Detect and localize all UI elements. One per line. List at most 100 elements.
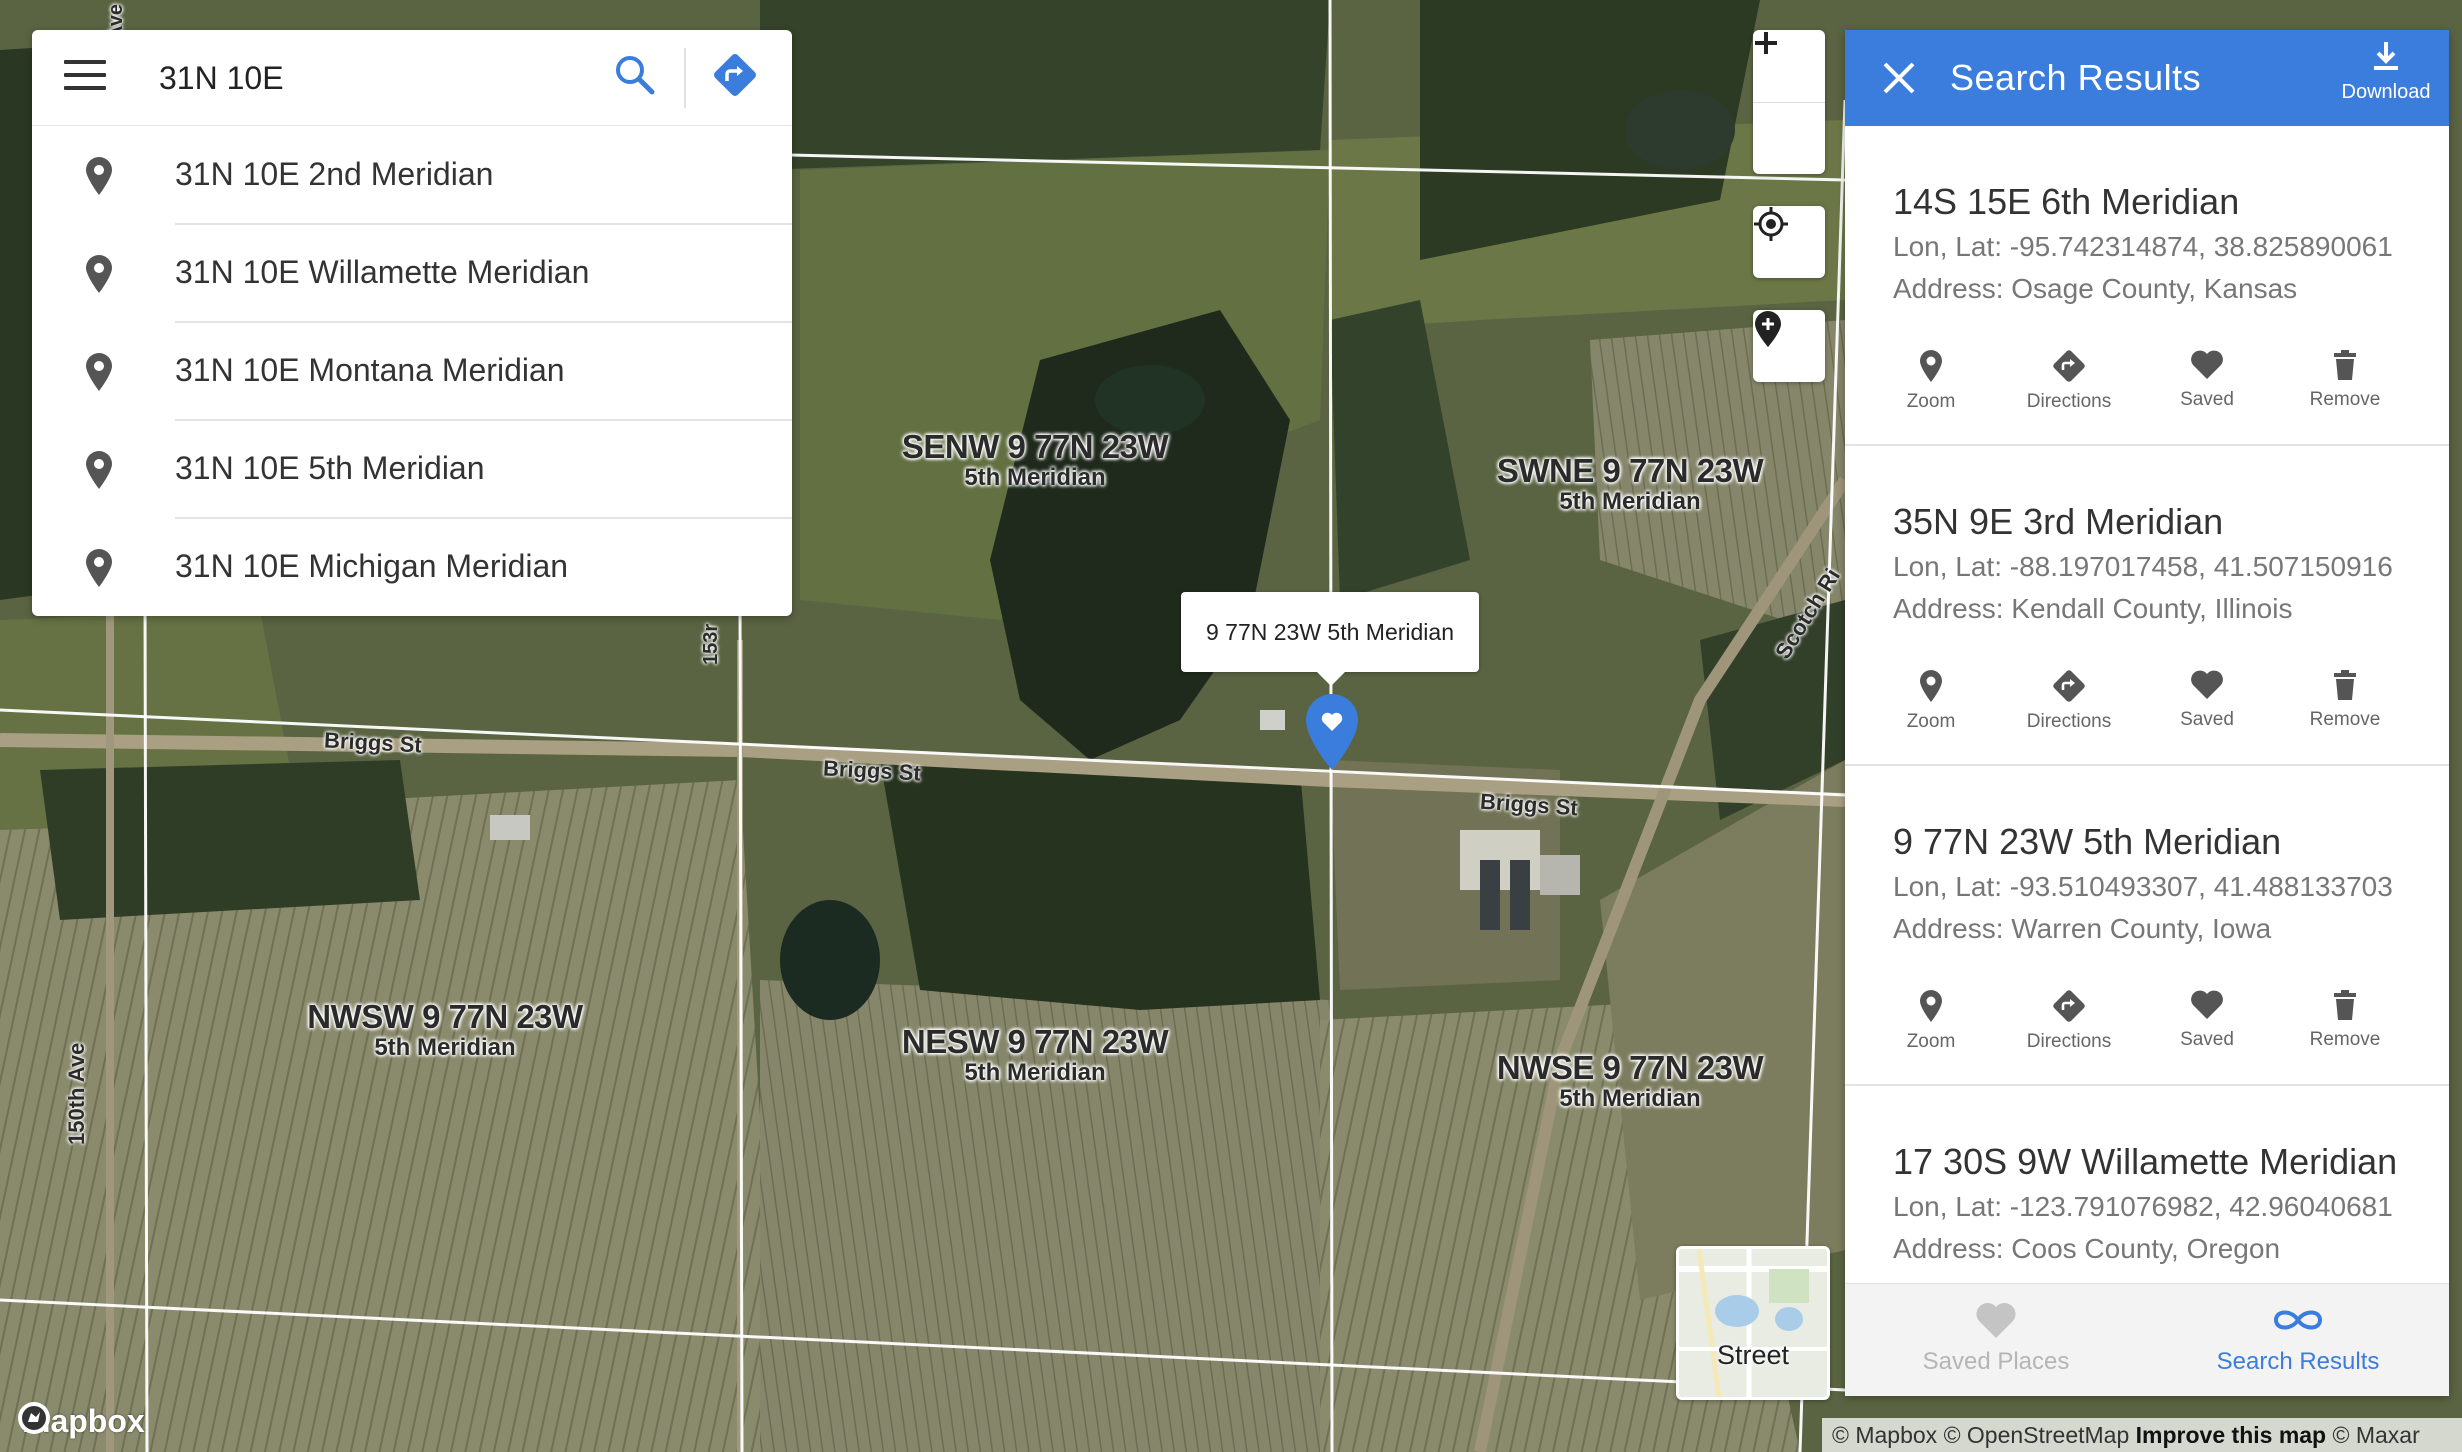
download-label: Download <box>2341 81 2431 103</box>
saved-location-marker[interactable] <box>1302 690 1362 772</box>
action-label: Zoom <box>1906 711 1956 732</box>
trash-icon <box>2334 350 2356 380</box>
location-pin-icon <box>86 451 112 489</box>
close-button[interactable] <box>1879 58 1919 98</box>
result-coordinates: Lon, Lat: -88.197017458, 41.507150916 <box>1893 551 2393 582</box>
action-label: Directions <box>2026 711 2112 732</box>
search-icon <box>616 56 655 95</box>
attribution-maxar-link[interactable]: © Maxar <box>2333 1422 2420 1448</box>
saved-button[interactable]: Saved <box>2142 669 2272 731</box>
result-name: 35N 9E 3rd Meridian <box>1893 501 2224 542</box>
location-pin-icon <box>86 353 112 391</box>
heart-icon <box>2191 670 2223 699</box>
hamburger-menu-icon[interactable] <box>64 60 106 96</box>
action-label: Directions <box>2026 1031 2112 1052</box>
action-label: Remove <box>2309 709 2381 730</box>
zoom-button[interactable]: Zoom <box>1866 989 1996 1053</box>
action-label: Remove <box>2309 1029 2381 1050</box>
suggestion-label: 31N 10E 5th Meridian <box>175 420 792 519</box>
results-list[interactable]: 14S 15E 6th Meridian Lon, Lat: -95.742314… <box>1845 126 2449 1314</box>
remove-button[interactable]: Remove <box>2280 349 2410 411</box>
add-pin-button[interactable] <box>1753 310 1825 382</box>
result-coordinates: Lon, Lat: -95.742314874, 38.825890061 <box>1893 231 2393 262</box>
suggestion-label: 31N 10E Michigan Meridian <box>175 548 569 584</box>
tab-saved-places[interactable]: Saved Places <box>1845 1284 2147 1396</box>
remove-button[interactable]: Remove <box>2280 989 2410 1051</box>
suggestion-item[interactable]: 31N 10E Willamette Meridian <box>32 224 792 323</box>
result-address: Address: Kendall County, Illinois <box>1893 593 2293 624</box>
remove-button[interactable]: Remove <box>2280 669 2410 731</box>
suggestion-item[interactable]: 31N 10E Michigan Meridian <box>32 518 792 616</box>
action-label: Remove <box>2309 389 2381 410</box>
result-card[interactable]: 35N 9E 3rd Meridian Lon, Lat: -88.1970174… <box>1845 446 2449 766</box>
search-button[interactable] <box>612 52 662 102</box>
search-input[interactable] <box>157 52 611 104</box>
geolocate-button[interactable] <box>1753 206 1825 278</box>
add-pin-control <box>1753 310 1825 382</box>
search-bar <box>32 30 792 126</box>
suggestion-label: 31N 10E 2nd Meridian <box>175 126 792 225</box>
directions-button[interactable]: Directions <box>2004 989 2134 1053</box>
bottom-tab-bar: Saved Places Search Results <box>1845 1283 2449 1396</box>
location-pin-icon <box>1920 990 1942 1022</box>
result-coordinates: Lon, Lat: -93.510493307, 41.488133703 <box>1893 871 2393 902</box>
suggestion-item[interactable]: 31N 10E 2nd Meridian <box>32 126 792 225</box>
zoom-out-button[interactable] <box>1753 41 1825 175</box>
directions-icon <box>2053 670 2085 702</box>
street-map-thumbnail <box>1679 1249 1827 1397</box>
result-name: 9 77N 23W 5th Meridian <box>1893 821 2282 862</box>
results-header: Search Results Download <box>1845 30 2449 126</box>
map-popup: 9 77N 23W 5th Meridian <box>1181 592 1479 686</box>
location-pin-icon <box>86 549 112 587</box>
result-actions: Zoom Directions Saved Remove <box>1845 349 2449 429</box>
zoom-button[interactable]: Zoom <box>1866 349 1996 413</box>
street-label-150th-ave: 150th Ave <box>64 1042 89 1145</box>
results-title: Search Results <box>1950 57 2202 98</box>
section-label-nwsw: NWSW 9 77N 23W 5th Meridian <box>307 998 583 1061</box>
result-address: Address: Osage County, Kansas <box>1893 273 2298 304</box>
action-label: Zoom <box>1906 1031 1956 1052</box>
attribution-mapbox-link[interactable]: © Mapbox <box>1832 1422 1937 1448</box>
search-results-panel: Search Results Download 14S 15E 6th Meri… <box>1845 30 2449 1396</box>
directions-button[interactable]: Directions <box>2004 669 2134 733</box>
search-panel: 31N 10E 2nd Meridian31N 10E Willamette M… <box>32 30 792 616</box>
crosshair-icon <box>1754 207 1788 241</box>
section-label-senw: SENW 9 77N 23W 5th Meridian <box>901 428 1169 491</box>
suggestion-item[interactable]: 31N 10E 5th Meridian <box>32 420 792 519</box>
heart-icon <box>2191 350 2223 379</box>
zoom-button[interactable]: Zoom <box>1866 669 1996 733</box>
heart-pin-icon <box>1306 694 1358 770</box>
directions-button[interactable] <box>712 52 762 102</box>
section-label-swne: SWNE 9 77N 23W 5th Meridian <box>1496 452 1764 515</box>
saved-button[interactable]: Saved <box>2142 989 2272 1051</box>
popup-text: 9 77N 23W 5th Meridian <box>1205 618 1454 645</box>
tab-saved-places-label: Saved Places <box>1922 1348 2070 1375</box>
tab-search-results[interactable]: Search Results <box>2147 1284 2449 1396</box>
search-divider <box>684 48 686 108</box>
suggestion-label: 31N 10E Willamette Meridian <box>175 224 792 323</box>
directions-icon <box>714 54 756 96</box>
directions-button[interactable]: Directions <box>2004 349 2134 413</box>
result-actions: Zoom Directions Saved Remove <box>1845 669 2449 749</box>
infinity-icon <box>2273 1310 2323 1330</box>
mapbox-logo[interactable]: mapbox <box>16 1400 145 1442</box>
map-style-switcher[interactable]: Street <box>1676 1246 1830 1400</box>
street-label-153rd: 153r <box>700 623 722 665</box>
location-pin-icon <box>86 157 112 195</box>
suggestion-list: 31N 10E 2nd Meridian 31N 10E Willamette M… <box>32 126 792 616</box>
location-pin-icon <box>1920 670 1942 702</box>
improve-map-link[interactable]: Improve this map <box>2136 1422 2326 1448</box>
attribution-osm-link[interactable]: © OpenStreetMap <box>1944 1422 2130 1448</box>
result-card[interactable]: 9 77N 23W 5th Meridian Lon, Lat: -93.5104… <box>1845 766 2449 1086</box>
result-card[interactable]: 17 30S 9W Willamette Meridian Lon, Lat: -… <box>1845 1086 2449 1314</box>
result-address: Address: Coos County, Oregon <box>1893 1233 2281 1264</box>
directions-icon <box>2053 350 2085 382</box>
saved-button[interactable]: Saved <box>2142 349 2272 411</box>
result-card[interactable]: 14S 15E 6th Meridian Lon, Lat: -95.742314… <box>1845 126 2449 446</box>
download-button[interactable]: Download <box>2331 40 2441 104</box>
section-label-nesw: NESW 9 77N 23W 5th Meridian <box>901 1023 1169 1086</box>
suggestion-item[interactable]: 31N 10E Montana Meridian <box>32 322 792 421</box>
result-address: Address: Warren County, Iowa <box>1893 913 2272 944</box>
action-label: Saved <box>2180 709 2234 730</box>
minus-icon <box>1755 41 1777 45</box>
